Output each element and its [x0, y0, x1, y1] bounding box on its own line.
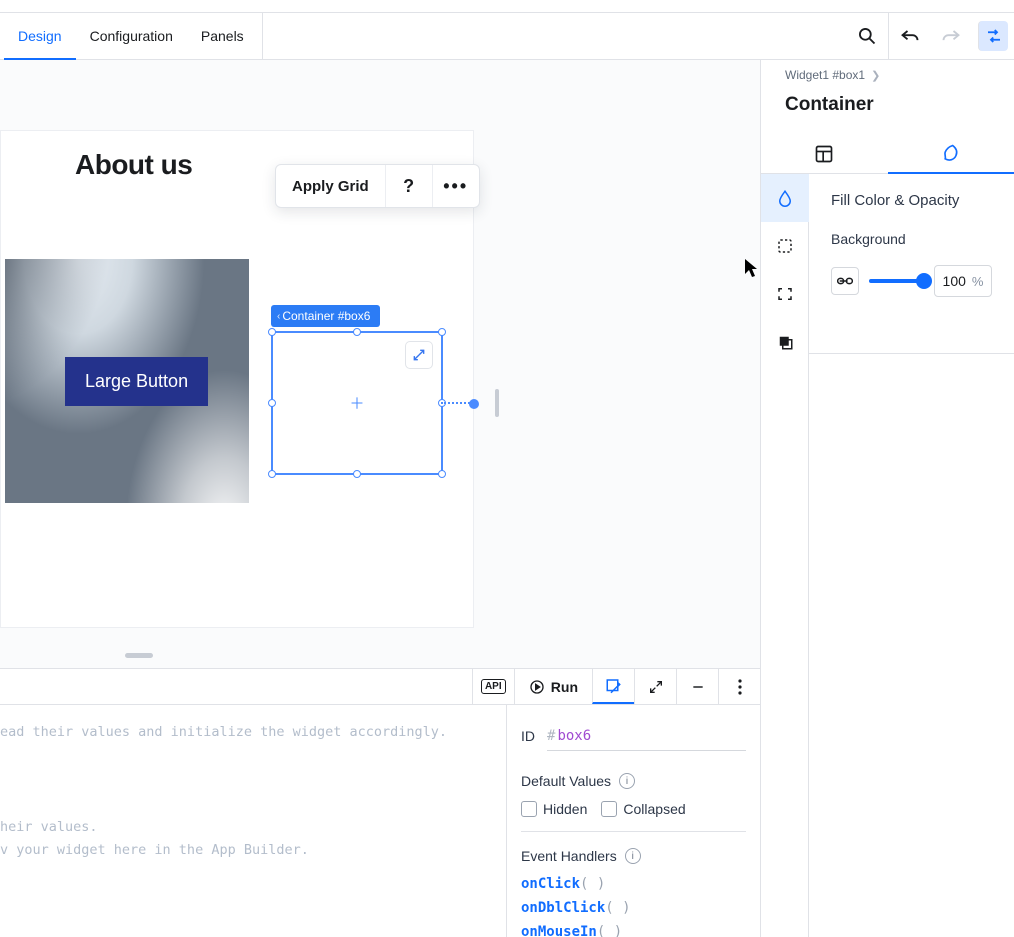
toggle-panel-button[interactable] [978, 21, 1008, 51]
resize-handle[interactable] [438, 470, 446, 478]
code-line: heir values. [0, 819, 98, 835]
docking-guide[interactable] [441, 402, 477, 404]
id-input[interactable]: # box6 [547, 721, 746, 751]
developer-panel: API Run ead their values and initialize … [0, 668, 760, 937]
rail-corners-button[interactable] [761, 270, 809, 318]
handlers-title: Event Handlers [521, 848, 617, 864]
opacity-input[interactable]: 100 % [934, 265, 992, 297]
design-canvas[interactable]: About us Large Button ‹ Container #box6 … [0, 60, 760, 668]
expand-icon[interactable] [405, 341, 433, 369]
section-title: Fill Color & Opacity [831, 192, 992, 209]
resize-handle[interactable] [268, 470, 276, 478]
selection-tag[interactable]: ‹ Container #box6 [271, 305, 380, 327]
opacity-slider[interactable] [869, 279, 924, 283]
selection: ‹ Container #box6 ＋ [271, 305, 443, 475]
properties-panel: ID # box6 Default Values i Hidden Collap… [506, 705, 760, 937]
background-label: Background [831, 231, 992, 247]
api-button[interactable]: API [472, 669, 514, 704]
apply-grid-button[interactable]: Apply Grid [276, 165, 385, 207]
chevron-left-icon: ‹ [277, 311, 280, 322]
run-label: Run [551, 679, 578, 695]
snap-target [495, 389, 499, 417]
rail-shadow-button[interactable] [761, 318, 809, 366]
large-button[interactable]: Large Button [65, 357, 208, 406]
panel-more-button[interactable] [718, 669, 760, 704]
resize-handle[interactable] [268, 399, 276, 407]
code-editor[interactable]: ead their values and initialize the widg… [0, 705, 506, 937]
handler-ondblclick[interactable]: onDblClick( ) [521, 900, 746, 916]
hidden-label: Hidden [543, 801, 587, 817]
id-label: ID [521, 728, 535, 744]
undo-button[interactable] [888, 12, 930, 60]
code-line: v your widget here in the App Builder. [0, 842, 309, 858]
redo-button[interactable] [930, 12, 972, 60]
tab-panels[interactable]: Panels [187, 13, 258, 59]
context-toolbar: Apply Grid ? ••• [275, 164, 480, 208]
hidden-checkbox[interactable]: Hidden [521, 801, 587, 817]
breadcrumb[interactable]: Widget1 #box1 ❯ [761, 60, 1014, 82]
inspector-tabs [761, 134, 1014, 174]
resize-handle[interactable] [353, 328, 361, 336]
breadcrumb-text: Widget1 #box1 [785, 68, 865, 82]
resize-handle[interactable] [268, 328, 276, 336]
panel-drag-handle[interactable] [125, 653, 153, 658]
cursor-icon [744, 258, 758, 281]
inspector-rail [761, 174, 809, 937]
zoom-icon[interactable] [846, 12, 888, 60]
slider-thumb[interactable] [916, 273, 932, 289]
add-icon[interactable]: ＋ [349, 393, 364, 414]
resize-handle[interactable] [438, 328, 446, 336]
collapsed-label: Collapsed [623, 801, 685, 817]
selected-container[interactable]: ＋ [271, 331, 443, 475]
inspector-tab-layout[interactable] [761, 134, 888, 173]
page-heading: About us [75, 149, 192, 181]
top-toolbar: Design Configuration Panels [0, 12, 1014, 60]
collapsed-checkbox[interactable]: Collapsed [601, 801, 685, 817]
minimize-panel-button[interactable] [676, 669, 718, 704]
tab-design[interactable]: Design [4, 13, 76, 60]
expand-panel-button[interactable] [634, 669, 676, 704]
code-line: ead their values and initialize the widg… [0, 724, 447, 740]
info-icon[interactable]: i [625, 848, 641, 864]
top-actions [846, 13, 1014, 59]
chevron-right-icon: ❯ [871, 69, 880, 82]
help-icon[interactable]: ? [386, 165, 432, 207]
properties-panel-button[interactable] [592, 669, 634, 704]
opacity-control: 100 % [831, 265, 992, 297]
tab-configuration[interactable]: Configuration [76, 13, 187, 59]
run-button[interactable]: Run [514, 669, 592, 704]
inspector-content: Fill Color & Opacity Background 100 % [809, 174, 1014, 354]
link-icon[interactable] [831, 267, 859, 295]
inspector-panel: Widget1 #box1 ❯ Container Fill Co [760, 60, 1014, 937]
handler-onmousein[interactable]: onMouseIn( ) [521, 924, 746, 937]
selection-tag-label: Container #box6 [282, 309, 370, 323]
dev-toolbar: API Run [0, 669, 760, 705]
resize-handle[interactable] [353, 470, 361, 478]
opacity-value: 100 [943, 273, 966, 289]
rail-border-button[interactable] [761, 222, 809, 270]
handler-onclick[interactable]: onClick( ) [521, 876, 746, 892]
opacity-unit: % [972, 274, 984, 289]
more-icon[interactable]: ••• [433, 165, 479, 207]
inspector-tab-design[interactable] [888, 134, 1014, 174]
id-value: box6 [557, 728, 591, 744]
info-icon[interactable]: i [619, 773, 635, 789]
top-tabs: Design Configuration Panels [0, 13, 263, 59]
rail-fill-button[interactable] [761, 174, 809, 222]
hash-icon: # [547, 728, 555, 744]
defaults-title: Default Values [521, 773, 611, 789]
inspector-title: Container [761, 82, 1014, 134]
